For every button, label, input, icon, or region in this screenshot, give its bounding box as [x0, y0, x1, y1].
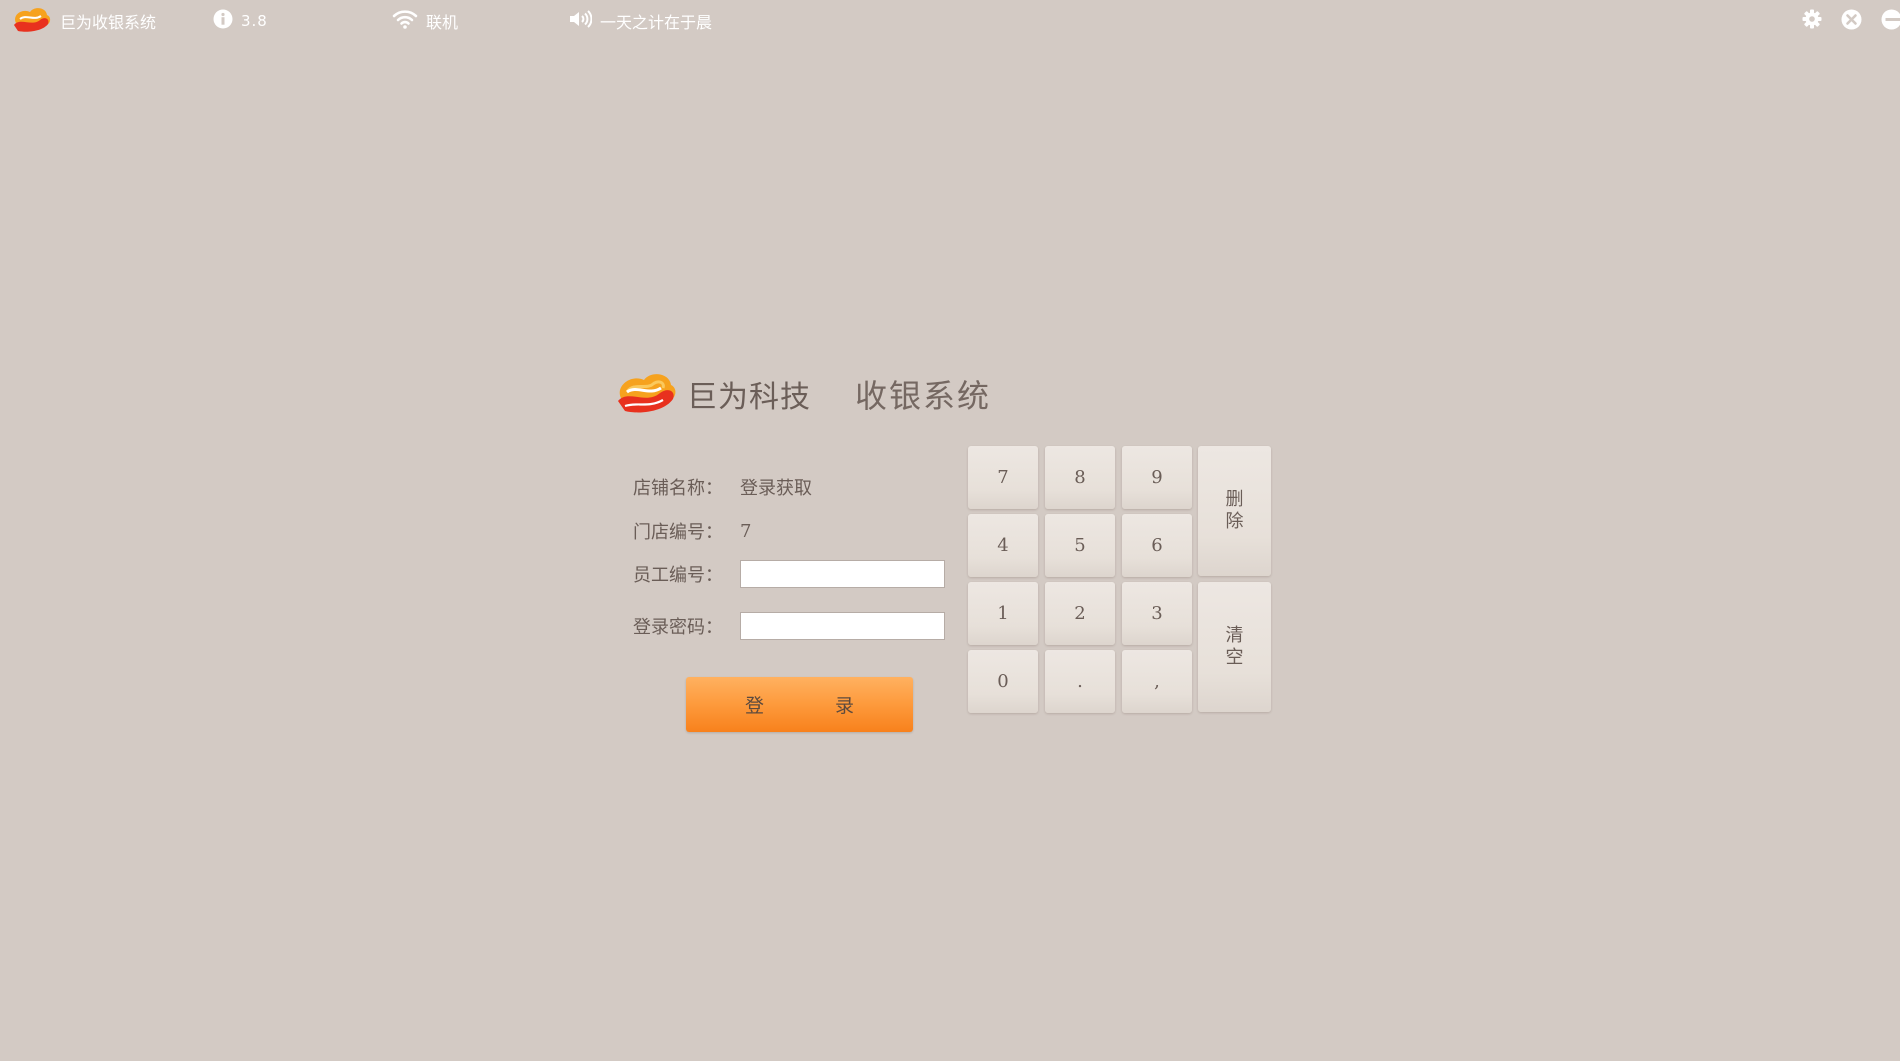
store-name-row: 店铺名称： 登录获取 [633, 474, 812, 500]
speaker-icon[interactable] [568, 9, 593, 33]
key-dot[interactable]: . [1045, 650, 1115, 713]
key-1[interactable]: 1 [968, 582, 1038, 645]
company-logo-icon [613, 366, 679, 422]
password-row: 登录密码： [633, 612, 945, 640]
title-bar: 巨为收银系统 3.8 联机 一天之计在于晨 [0, 0, 1900, 42]
employee-id-input[interactable] [740, 560, 945, 588]
employee-label: 员工编号： [633, 565, 723, 586]
clear-key-line2: 空 [1225, 647, 1244, 668]
key-3[interactable]: 3 [1122, 582, 1192, 645]
key-7[interactable]: 7 [968, 446, 1038, 509]
store-number-row: 门店编号： 7 [633, 518, 751, 544]
product-name: 收银系统 [855, 377, 992, 415]
info-icon [213, 9, 233, 33]
close-button[interactable] [1840, 9, 1862, 34]
key-6[interactable]: 6 [1122, 514, 1192, 577]
clear-key-line1: 清 [1225, 625, 1244, 646]
version-indicator: 3.8 [213, 8, 268, 34]
version-text: 3.8 [241, 12, 268, 30]
company-name: 巨为科技 [687, 380, 811, 415]
gear-icon[interactable] [1802, 9, 1822, 33]
brand-header: 巨为科技 收银系统 [613, 366, 991, 422]
delete-key-line2: 除 [1225, 511, 1244, 532]
password-label: 登录密码： [633, 617, 723, 638]
key-4[interactable]: 4 [968, 514, 1038, 577]
employee-row: 员工编号： [633, 560, 945, 588]
key-5[interactable]: 5 [1045, 514, 1115, 577]
key-8[interactable]: 8 [1045, 446, 1115, 509]
store-number-value: 7 [740, 520, 752, 542]
app-name: 巨为收银系统 [60, 13, 157, 32]
password-input[interactable] [740, 612, 945, 640]
key-2[interactable]: 2 [1045, 582, 1115, 645]
minimize-button[interactable] [1880, 9, 1900, 34]
store-number-label: 门店编号： [633, 522, 723, 543]
wifi-icon [392, 9, 418, 33]
delete-key-line1: 删 [1225, 489, 1244, 510]
settings-button[interactable] [1801, 9, 1823, 33]
minimize-icon[interactable] [1881, 9, 1900, 34]
key-9[interactable]: 9 [1122, 446, 1192, 509]
key-0[interactable]: 0 [968, 650, 1038, 713]
message-ticker[interactable]: 一天之计在于晨 [568, 8, 712, 34]
network-status: 联机 [392, 8, 458, 34]
ticker-text: 一天之计在于晨 [600, 13, 713, 32]
store-name-label: 店铺名称： [633, 478, 723, 499]
close-icon[interactable] [1841, 9, 1862, 34]
network-text: 联机 [426, 13, 459, 32]
store-name-value: 登录获取 [740, 478, 812, 499]
clear-key[interactable]: 清 空 [1198, 582, 1271, 712]
app-title: 巨为收银系统 [10, 8, 156, 34]
key-comma[interactable]: , [1122, 650, 1192, 713]
app-logo-icon [10, 3, 52, 39]
delete-key[interactable]: 删 除 [1198, 446, 1271, 576]
login-button[interactable]: 登 录 [686, 677, 913, 732]
